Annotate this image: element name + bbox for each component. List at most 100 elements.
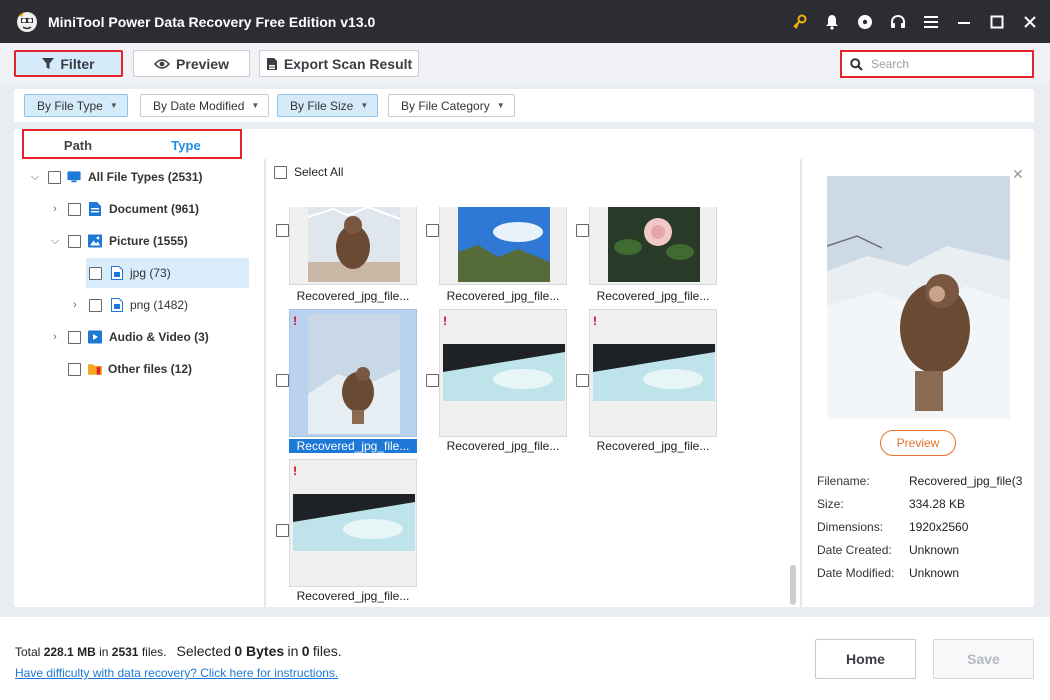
filter-icon bbox=[42, 57, 55, 69]
rose-flower-image bbox=[608, 207, 700, 282]
chevron-down-icon[interactable]: ⌵ bbox=[48, 235, 62, 248]
info-value: 334.28 KB bbox=[909, 497, 966, 511]
close-preview-icon[interactable]: ✕ bbox=[1012, 166, 1024, 183]
file-thumbnail[interactable] bbox=[289, 207, 417, 285]
headset-icon[interactable] bbox=[890, 14, 906, 30]
toolbar: Filter Preview Export Scan Result bbox=[0, 43, 1050, 83]
by-file-category-dropdown[interactable]: By File Category ▼ bbox=[388, 94, 515, 117]
selected-files: 0 bbox=[301, 643, 310, 659]
monkey-snow-image bbox=[308, 314, 400, 434]
home-button[interactable]: Home bbox=[815, 639, 916, 679]
tree-label: jpg (73) bbox=[130, 266, 171, 280]
tree-item-picture[interactable]: ⌵ Picture (1555) bbox=[48, 226, 188, 256]
tree-item-jpg[interactable]: jpg (73) bbox=[86, 258, 249, 288]
minimize-icon[interactable] bbox=[956, 14, 972, 30]
tree-label: Document (961) bbox=[109, 202, 200, 216]
total-size: 228.1 MB bbox=[43, 645, 96, 659]
select-all-label: Select All bbox=[294, 165, 344, 179]
search-icon bbox=[850, 57, 863, 71]
tree-item-audio-video[interactable]: › Audio & Video (3) bbox=[48, 322, 209, 352]
preview-label: Preview bbox=[176, 55, 229, 72]
file-thumbnail[interactable] bbox=[439, 207, 567, 285]
grid-scrollbar[interactable] bbox=[790, 565, 796, 605]
tree-label: Audio & Video (3) bbox=[109, 330, 209, 344]
info-row-filename: Filename: Recovered_jpg_file(3 bbox=[817, 474, 1024, 497]
divider bbox=[264, 159, 266, 607]
file-thumbnail[interactable]: ! bbox=[589, 309, 717, 437]
help-link[interactable]: Have difficulty with data recovery? Clic… bbox=[15, 666, 338, 680]
info-row-date-modified: Date Modified: Unknown bbox=[817, 566, 1024, 589]
filter-button[interactable]: Filter bbox=[14, 50, 123, 77]
tree-item-other-files[interactable]: Other files (12) bbox=[68, 354, 192, 384]
preview-file-button[interactable]: Preview bbox=[880, 430, 956, 456]
export-scan-result-button[interactable]: Export Scan Result bbox=[259, 50, 419, 77]
file-name: Recovered_jpg_file... bbox=[289, 439, 417, 453]
item-checkbox[interactable] bbox=[276, 224, 289, 237]
divider bbox=[800, 159, 802, 607]
bell-icon[interactable] bbox=[824, 14, 840, 30]
item-checkbox[interactable] bbox=[426, 374, 439, 387]
summary-text: in bbox=[99, 645, 109, 659]
save-button[interactable]: Save bbox=[933, 639, 1034, 679]
item-checkbox[interactable] bbox=[276, 524, 289, 537]
checkbox[interactable] bbox=[48, 170, 61, 184]
menu-icon[interactable] bbox=[923, 14, 939, 30]
total-files: 2531 bbox=[111, 645, 139, 659]
monitor-icon bbox=[67, 171, 81, 183]
ceiling-sky-image bbox=[293, 494, 415, 551]
by-file-type-dropdown[interactable]: By File Type ▼ bbox=[24, 94, 128, 117]
disc-icon[interactable] bbox=[857, 14, 873, 30]
item-checkbox[interactable] bbox=[576, 374, 589, 387]
summary-text: Selected bbox=[176, 643, 231, 659]
chevron-down-icon[interactable]: ⌵ bbox=[28, 171, 42, 184]
filter-row: By File Type ▼ By Date Modified ▼ By Fil… bbox=[14, 89, 1034, 122]
by-date-modified-dropdown[interactable]: By Date Modified ▼ bbox=[140, 94, 270, 117]
by-file-type-label: By File Type bbox=[37, 98, 103, 113]
select-all-checkbox[interactable] bbox=[274, 165, 287, 179]
file-name: Recovered_jpg_file... bbox=[446, 289, 560, 303]
ceiling-sky-image bbox=[593, 344, 715, 401]
checkbox[interactable] bbox=[89, 266, 102, 280]
footer: Total 228.1 MB in 2531 files. Selected 0… bbox=[0, 617, 1050, 700]
file-thumbnail[interactable] bbox=[589, 207, 717, 285]
tab-type[interactable]: Type bbox=[132, 131, 240, 157]
image-file-icon bbox=[111, 298, 123, 312]
key-icon[interactable] bbox=[791, 14, 807, 30]
item-checkbox[interactable] bbox=[426, 224, 439, 237]
maximize-icon[interactable] bbox=[989, 14, 1005, 30]
tree-label: Other files (12) bbox=[108, 362, 193, 376]
document-icon bbox=[89, 202, 101, 216]
item-checkbox[interactable] bbox=[576, 224, 589, 237]
preview-image bbox=[827, 176, 1010, 419]
close-icon[interactable] bbox=[1022, 14, 1038, 30]
preview-button[interactable]: Preview bbox=[133, 50, 250, 77]
warning-icon: ! bbox=[293, 314, 297, 328]
picture-icon bbox=[88, 234, 102, 248]
info-value: Recovered_jpg_file(3 bbox=[909, 474, 1023, 488]
select-all[interactable]: Select All bbox=[274, 165, 343, 179]
tree-item-document[interactable]: › Document (961) bbox=[48, 194, 199, 224]
summary-text: Total bbox=[15, 645, 41, 659]
tree-item-all-file-types[interactable]: ⌵ All File Types (2531) bbox=[28, 162, 203, 192]
folder-icon bbox=[88, 364, 102, 375]
checkbox[interactable] bbox=[68, 330, 81, 344]
search-input[interactable] bbox=[871, 57, 1021, 71]
checkbox[interactable] bbox=[68, 202, 81, 216]
by-file-size-dropdown[interactable]: By File Size ▼ bbox=[277, 94, 379, 117]
ceiling-sky-image bbox=[443, 344, 565, 401]
checkbox[interactable] bbox=[68, 234, 81, 248]
tab-path[interactable]: Path bbox=[24, 131, 132, 157]
chevron-right-icon[interactable]: › bbox=[48, 203, 62, 215]
file-name: Recovered_jpg_file... bbox=[446, 439, 560, 453]
tree-item-png[interactable]: › png (1482) bbox=[68, 290, 188, 320]
checkbox[interactable] bbox=[68, 362, 81, 376]
checkbox[interactable] bbox=[89, 298, 102, 312]
file-thumbnail[interactable]: ! bbox=[289, 459, 417, 587]
file-thumbnail-selected[interactable]: ! bbox=[289, 309, 417, 437]
chevron-right-icon[interactable]: › bbox=[48, 331, 62, 343]
chevron-right-icon[interactable]: › bbox=[68, 299, 82, 311]
item-checkbox[interactable] bbox=[276, 374, 289, 387]
eye-icon bbox=[154, 58, 171, 69]
app-logo-icon bbox=[17, 11, 37, 32]
file-thumbnail[interactable]: ! bbox=[439, 309, 567, 437]
